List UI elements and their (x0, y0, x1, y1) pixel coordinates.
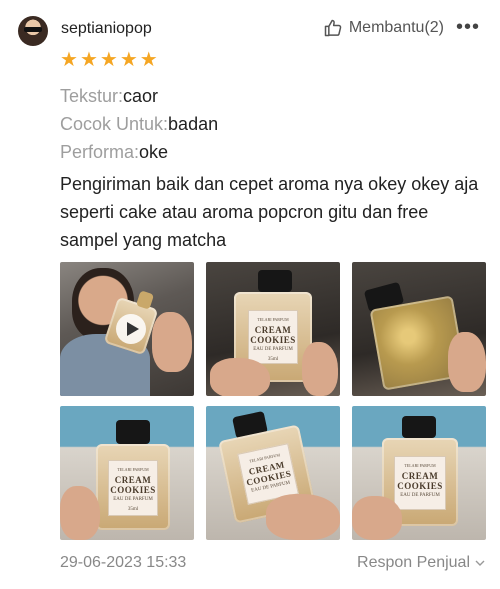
review-photo[interactable]: TELARI PARFUM CREAM COOKIES EAU DE PARFU… (60, 406, 194, 540)
label-name-line1: CREAM (254, 325, 292, 335)
review-text: Pengiriman baik dan cepet aroma nya okey… (60, 174, 479, 250)
play-icon[interactable] (116, 314, 146, 344)
attribute-key: Performa: (60, 142, 140, 162)
bottle-cap (116, 420, 150, 444)
label-name-line2: COOKIES (397, 481, 443, 491)
hand (210, 358, 270, 396)
seller-reply-label: Respon Penjual (357, 554, 470, 571)
attribute-row: Performa:oke (60, 138, 218, 166)
label-brand: TELARI PARFUM (257, 317, 289, 322)
review-footer: 29-06-2023 15:33 Respon Penjual (60, 551, 486, 575)
hand (60, 486, 100, 540)
label-name-line2: COOKIES (250, 335, 296, 345)
hand (266, 494, 340, 540)
star-icon: ★ (119, 49, 138, 71)
bottle-cap (258, 270, 292, 292)
review-video-thumbnail[interactable] (60, 262, 194, 396)
review-photo[interactable]: TELARI PARFUM CREAM COOKIES EAU DE PARFU… (206, 262, 340, 396)
username[interactable]: septianiopop (61, 20, 152, 38)
seller-reply-toggle[interactable]: Respon Penjual (357, 554, 486, 572)
star-icon: ★ (99, 49, 118, 71)
label-name-line1: CREAM (114, 475, 152, 485)
label-subtitle: EAU DE PARFUM (113, 497, 153, 502)
review-header: septianiopop Membantu(2) ••• (18, 14, 484, 50)
label-volume: 35ml (127, 507, 139, 512)
hand (302, 342, 338, 396)
thumb-up-icon (324, 19, 342, 37)
bottle-label: TELARI PARFUM CREAM COOKIES EAU DE PARFU… (108, 460, 158, 516)
attribute-key: Cocok Untuk: (60, 114, 169, 134)
hand (352, 496, 402, 540)
hand (448, 332, 486, 392)
review-attributes: Tekstur:caor Cocok Untuk:badan Performa:… (60, 82, 218, 166)
review-date: 29-06-2023 15:33 (60, 554, 187, 571)
review-photo[interactable]: TELARI PARFUM CREAM COOKIES EAU DE PARFU… (352, 406, 486, 540)
label-brand: TELARI PARFUM (404, 463, 436, 468)
attribute-value: caor (123, 86, 159, 106)
label-brand: TELARI PARFUM (117, 467, 149, 472)
label-name-line2: COOKIES (110, 485, 156, 495)
attribute-value: badan (168, 114, 219, 134)
attribute-row: Tekstur:caor (60, 82, 218, 110)
hand (152, 312, 192, 372)
bottle-cap (402, 416, 436, 438)
label-name-line1: CREAM (401, 471, 439, 481)
star-icon: ★ (60, 49, 78, 71)
attribute-key: Tekstur: (60, 86, 124, 106)
review-photo[interactable] (352, 262, 486, 396)
label-subtitle: EAU DE PARFUM (400, 493, 440, 498)
review-photo[interactable]: TELARI PARFUM CREAM COOKIES EAU DE PARFU… (206, 406, 340, 540)
helpful-label: Membantu(2) (348, 19, 444, 36)
star-icon: ★ (139, 49, 158, 71)
bottle-label: TELARI PARFUM CREAM COOKIES EAU DE PARFU… (248, 310, 298, 364)
chevron-down-icon (475, 560, 485, 566)
bottle-label: TELARI PARFUM CREAM COOKIES EAU DE PARFU… (394, 456, 446, 510)
rating-stars: ★ ★ ★ ★ ★ (60, 50, 158, 70)
attribute-row: Cocok Untuk:badan (60, 110, 218, 138)
helpful-button[interactable]: Membantu(2) (323, 18, 444, 38)
more-icon[interactable]: ••• (456, 16, 480, 39)
attribute-value: oke (139, 142, 169, 162)
label-subtitle: EAU DE PARFUM (253, 347, 293, 352)
star-icon: ★ (79, 49, 98, 71)
avatar[interactable] (18, 16, 48, 46)
photo-gallery: TELARI PARFUM CREAM COOKIES EAU DE PARFU… (60, 262, 486, 540)
